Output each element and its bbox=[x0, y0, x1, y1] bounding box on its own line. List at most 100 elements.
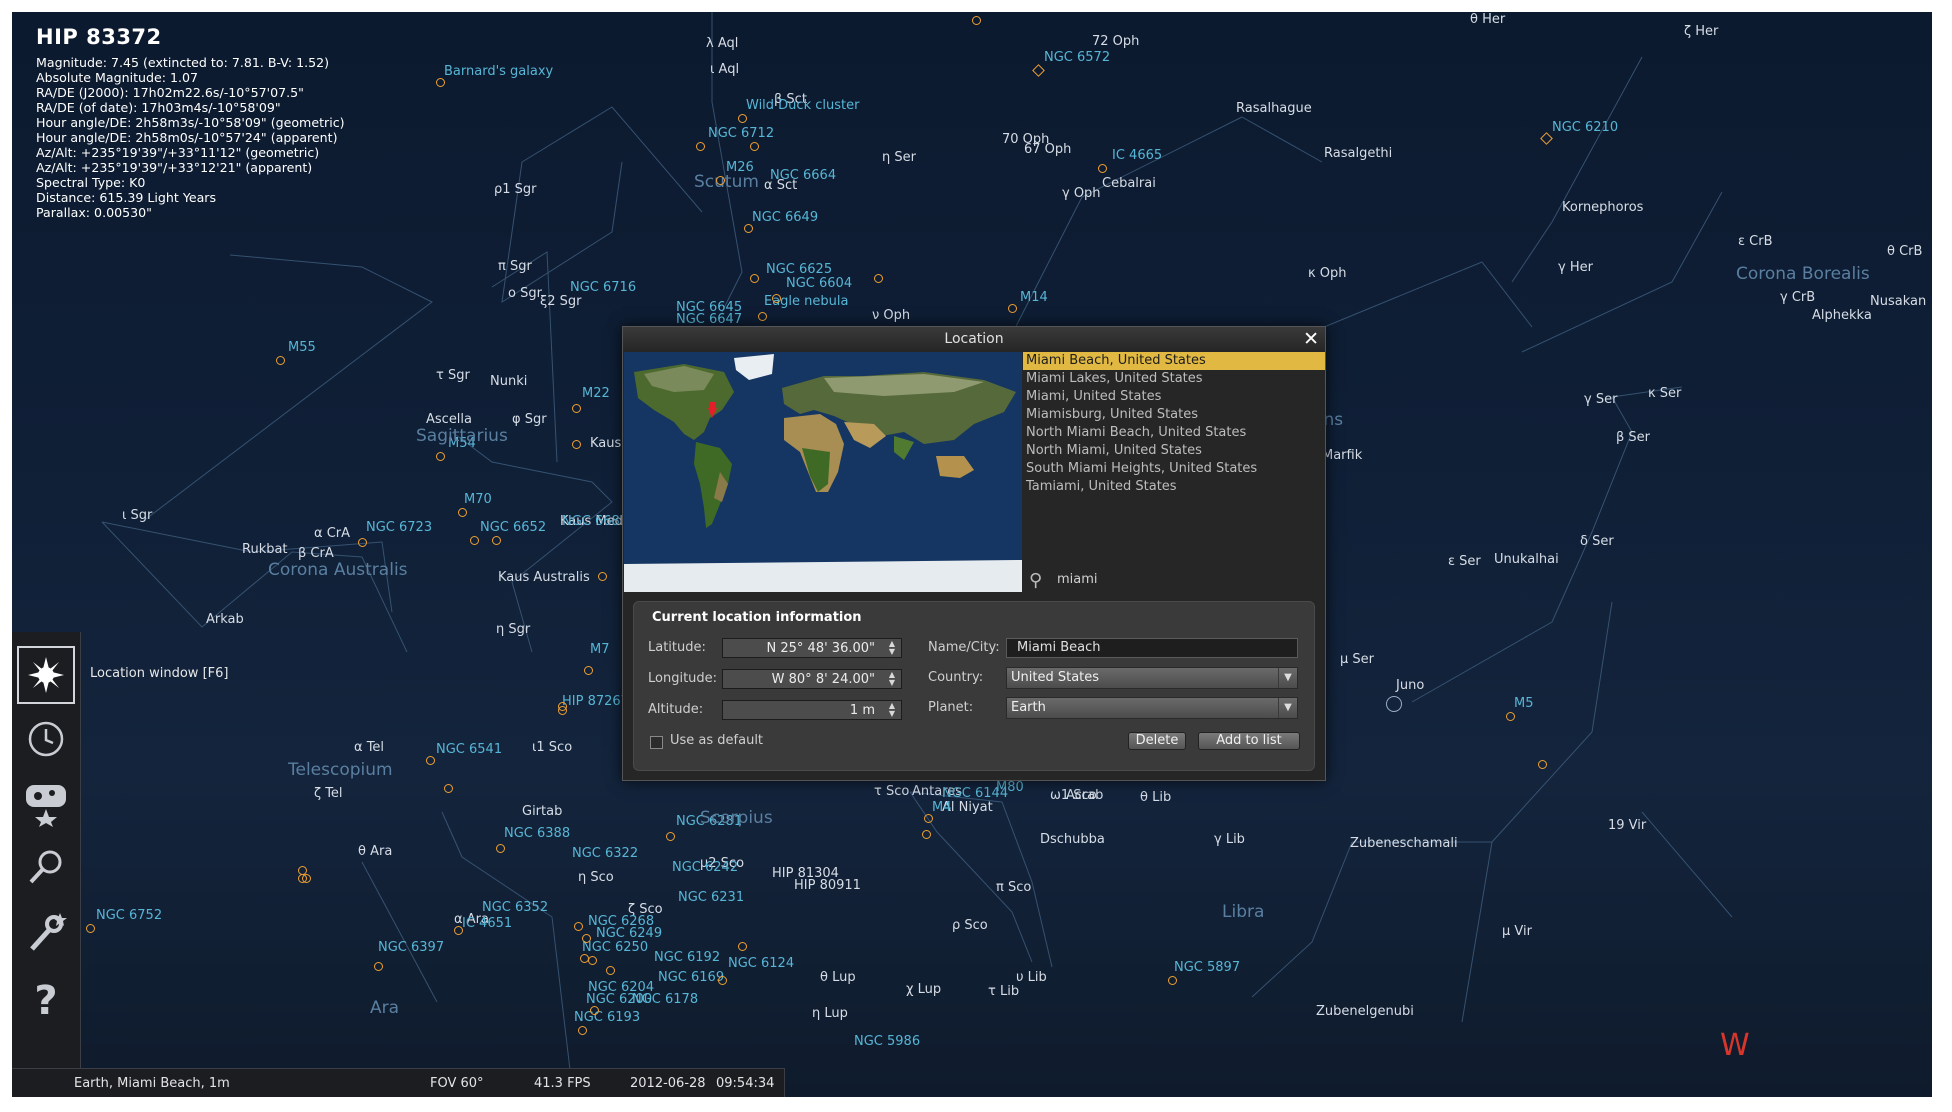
dso-label[interactable]: NGC 6242 bbox=[672, 860, 738, 875]
dso-marker[interactable] bbox=[744, 224, 753, 233]
dso-label[interactable]: IC 4665 bbox=[1112, 148, 1162, 163]
list-item[interactable]: Miami Beach, United States bbox=[1023, 352, 1325, 370]
dso-label[interactable]: NGC 6124 bbox=[728, 956, 794, 971]
list-item[interactable]: Miamisburg, United States bbox=[1023, 406, 1325, 424]
dso-label[interactable]: NGC 6322 bbox=[572, 846, 638, 861]
star-label[interactable]: η Lup bbox=[812, 1006, 848, 1021]
dso-label[interactable]: M70 bbox=[464, 492, 492, 507]
star-label[interactable]: Alphekka bbox=[1812, 308, 1872, 323]
configuration-icon[interactable] bbox=[17, 904, 75, 962]
star-label[interactable]: ι Aql bbox=[710, 62, 739, 77]
list-item[interactable]: Miami, United States bbox=[1023, 388, 1325, 406]
dso-label[interactable]: NGC 6250 bbox=[582, 940, 648, 955]
star-label[interactable]: Unukalhai bbox=[1494, 552, 1559, 567]
dso-label[interactable]: NGC 6752 bbox=[96, 908, 162, 923]
dso-label[interactable]: NGC 6249 bbox=[596, 926, 662, 941]
dso-marker[interactable] bbox=[436, 452, 445, 461]
star-label[interactable]: Rasalhague bbox=[1236, 101, 1312, 116]
dso-label[interactable]: NGC 6649 bbox=[752, 210, 818, 225]
dso-label[interactable]: M4 bbox=[932, 800, 952, 815]
dso-label[interactable]: M22 bbox=[582, 386, 610, 401]
dso-marker[interactable] bbox=[578, 1026, 587, 1035]
star-label[interactable]: β CrA bbox=[298, 546, 334, 561]
dso-label[interactable]: NGC 6716 bbox=[570, 280, 636, 295]
dso-marker[interactable] bbox=[444, 784, 453, 793]
dso-label[interactable]: M14 bbox=[1020, 290, 1048, 305]
star-label[interactable]: θ Lup bbox=[820, 970, 856, 985]
dso-label[interactable]: M5 bbox=[1514, 696, 1534, 711]
dso-label[interactable]: NGC 5897 bbox=[1174, 960, 1240, 975]
dso-marker[interactable] bbox=[738, 942, 747, 951]
list-item[interactable]: South Miami Heights, United States bbox=[1023, 460, 1325, 478]
star-label[interactable]: η Sco bbox=[578, 870, 614, 885]
delete-button[interactable]: Delete bbox=[1128, 732, 1186, 750]
dso-marker[interactable] bbox=[924, 814, 933, 823]
star-label[interactable]: Dschubba bbox=[1040, 832, 1105, 847]
star-label[interactable]: τ Sgr bbox=[436, 368, 470, 383]
dso-label[interactable]: Barnard's galaxy bbox=[444, 64, 553, 79]
star-label[interactable]: 67 Oph bbox=[1024, 142, 1071, 157]
dso-label[interactable]: NGC 6604 bbox=[786, 276, 852, 291]
dso-marker[interactable] bbox=[874, 274, 883, 283]
star-label[interactable]: δ Ser bbox=[1580, 534, 1614, 549]
dso-label[interactable]: Wild Duck cluster bbox=[746, 98, 859, 113]
star-label[interactable]: Nunki bbox=[490, 374, 527, 389]
star-label[interactable]: Acrab bbox=[1066, 788, 1103, 803]
dso-marker[interactable] bbox=[436, 78, 445, 87]
juno-marker[interactable] bbox=[1386, 696, 1402, 712]
star-label[interactable]: ζ Tel bbox=[314, 786, 343, 801]
dso-marker[interactable] bbox=[750, 274, 759, 283]
star-label[interactable]: κ Ser bbox=[1648, 386, 1681, 401]
dso-marker[interactable] bbox=[1506, 712, 1515, 721]
dso-marker[interactable] bbox=[1098, 164, 1107, 173]
star-label[interactable]: Girtab bbox=[522, 804, 562, 819]
chevron-down-icon[interactable]: ▼ bbox=[1278, 668, 1297, 688]
name-city-field[interactable]: Miami Beach bbox=[1006, 638, 1298, 658]
latitude-spinbox[interactable]: N 25° 48' 36.00" ▲ ▼ bbox=[722, 638, 902, 658]
dso-label[interactable]: NGC 6647 bbox=[676, 312, 742, 327]
star-label[interactable]: Zubenelgenubi bbox=[1316, 1004, 1414, 1019]
star-label[interactable]: υ Lib bbox=[1016, 970, 1047, 985]
country-select[interactable]: United States ▼ bbox=[1006, 667, 1298, 689]
star-label[interactable]: Rukbat bbox=[242, 542, 288, 557]
altitude-spinbox[interactable]: 1 m ▲ ▼ bbox=[722, 700, 902, 720]
dso-label[interactable]: NGC 6652 bbox=[480, 520, 546, 535]
dso-label[interactable]: NGC 6178 bbox=[632, 992, 698, 1007]
dso-label[interactable]: NGC 6210 bbox=[1552, 120, 1618, 135]
star-label[interactable]: ξ2 Sgr bbox=[540, 294, 582, 309]
star-label[interactable]: τ Sco bbox=[874, 784, 909, 799]
dso-marker[interactable] bbox=[1008, 304, 1017, 313]
dso-marker[interactable] bbox=[1168, 976, 1177, 985]
star-label[interactable]: γ CrB bbox=[1780, 290, 1815, 305]
star-label[interactable]: Marfik bbox=[1322, 448, 1362, 463]
star-label[interactable]: γ Her bbox=[1558, 260, 1593, 275]
star-label[interactable]: θ Lib bbox=[1140, 790, 1171, 805]
dso-marker[interactable] bbox=[276, 356, 285, 365]
search-icon[interactable] bbox=[17, 838, 75, 896]
star-label[interactable]: η Ser bbox=[882, 150, 916, 165]
dso-marker[interactable] bbox=[606, 966, 615, 975]
dso-label[interactable]: IC 4651 bbox=[462, 916, 512, 931]
dso-label[interactable]: NGC 6541 bbox=[436, 742, 502, 757]
star-label[interactable]: α Tel bbox=[354, 740, 384, 755]
dso-marker[interactable] bbox=[572, 440, 581, 449]
star-label[interactable]: χ Lup bbox=[906, 982, 941, 997]
star-label[interactable]: ε Ser bbox=[1448, 554, 1481, 569]
dso-marker[interactable] bbox=[588, 956, 597, 965]
dso-marker[interactable] bbox=[582, 934, 591, 943]
star-label[interactable]: τ Lib bbox=[988, 984, 1019, 999]
star-label[interactable]: HIP 80911 bbox=[794, 878, 861, 893]
planet-select[interactable]: Earth ▼ bbox=[1006, 697, 1298, 719]
star-label[interactable]: Rasalgethi bbox=[1324, 146, 1392, 161]
dso-marker[interactable] bbox=[454, 926, 463, 935]
dso-marker[interactable] bbox=[374, 962, 383, 971]
chevron-down-icon[interactable]: ▼ bbox=[1278, 698, 1297, 718]
longitude-spinbox[interactable]: W 80° 8' 24.00" ▲ ▼ bbox=[722, 669, 902, 689]
dso-label[interactable]: NGC 6231 bbox=[678, 890, 744, 905]
star-label[interactable]: θ Ara bbox=[358, 844, 392, 859]
use-default-checkbox[interactable] bbox=[650, 736, 663, 749]
dso-marker[interactable] bbox=[470, 536, 479, 545]
list-item[interactable]: North Miami, United States bbox=[1023, 442, 1325, 460]
list-item[interactable]: Tamiami, United States bbox=[1023, 478, 1325, 496]
dso-marker[interactable] bbox=[572, 404, 581, 413]
